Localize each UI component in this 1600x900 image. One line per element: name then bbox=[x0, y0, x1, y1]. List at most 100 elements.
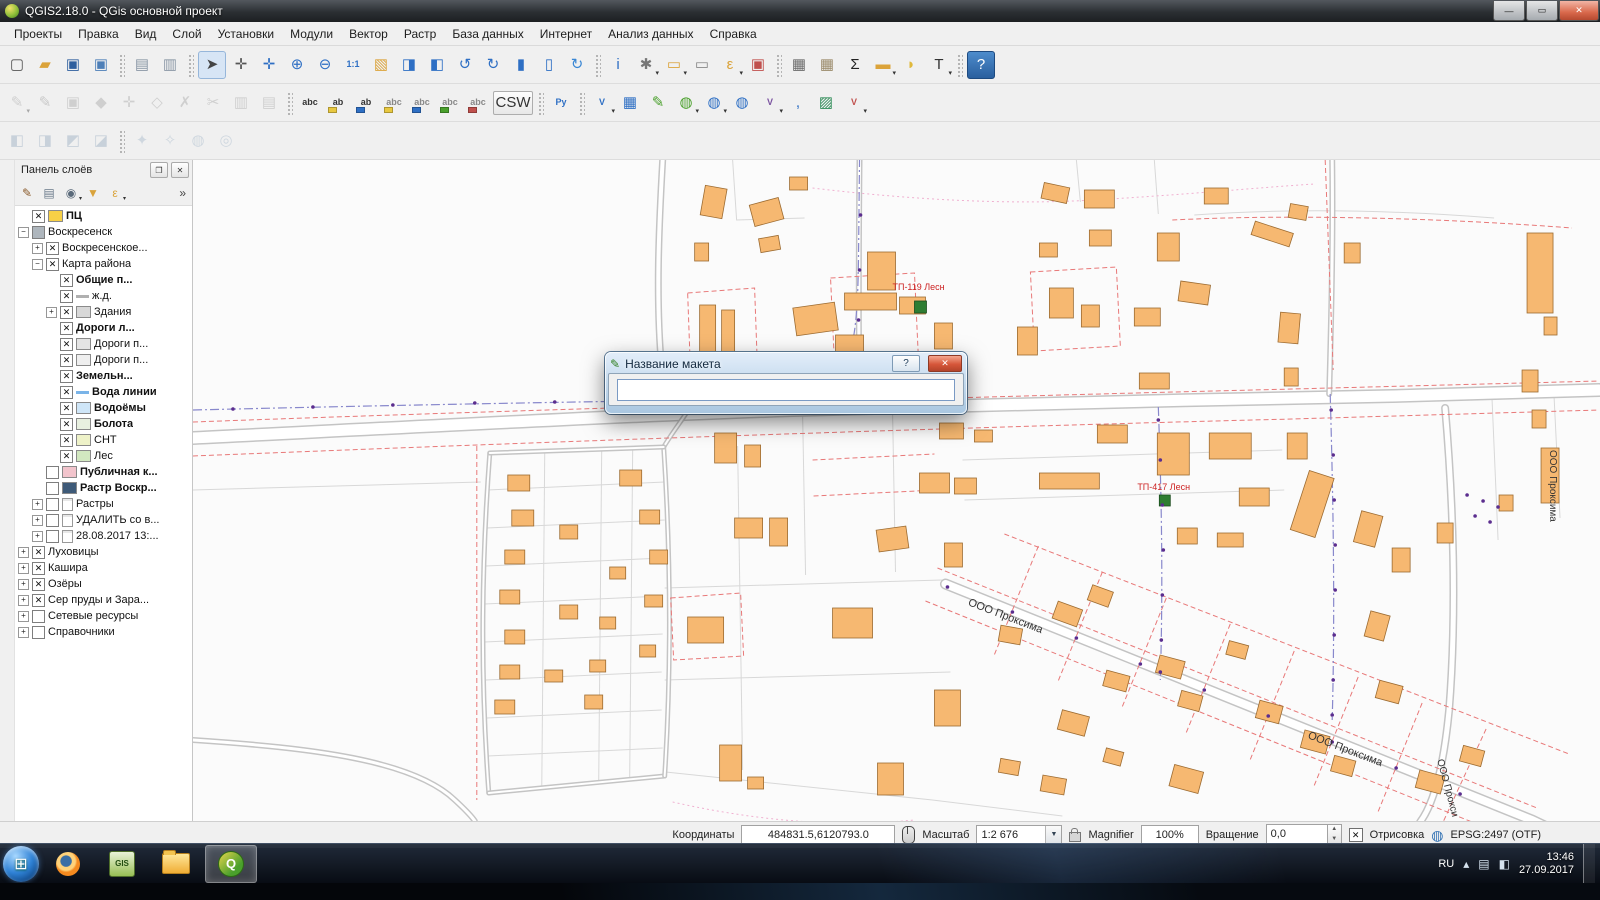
measure-button[interactable]: ▬▾ bbox=[870, 52, 896, 78]
spin-up-icon[interactable]: ▲ bbox=[1328, 825, 1341, 835]
osm-tool-button[interactable]: , bbox=[785, 90, 811, 116]
dropdown-arrow-icon[interactable]: ▾ bbox=[779, 107, 783, 115]
copy-features-button[interactable]: ▥ bbox=[228, 90, 254, 116]
tree-expander-icon[interactable]: + bbox=[18, 595, 29, 606]
dialog-close-button[interactable]: ✕ bbox=[928, 355, 962, 372]
vector-points-tool-button[interactable]: V▾ bbox=[757, 90, 783, 116]
topology-checker-button[interactable]: V▾ bbox=[589, 90, 615, 116]
label-tool-3-button[interactable]: ab bbox=[353, 90, 379, 116]
dropdown-arrow-icon[interactable]: ▾ bbox=[123, 195, 126, 202]
panel-close-button[interactable]: ✕ bbox=[171, 162, 189, 178]
delete-selected-button[interactable]: ✗ bbox=[172, 90, 198, 116]
layer-item-23[interactable]: +✕Озёры bbox=[15, 576, 192, 592]
layer-checkbox[interactable]: ✕ bbox=[60, 338, 73, 351]
layer-item-13[interactable]: +✕Болота bbox=[15, 416, 192, 432]
mouse-position-icon[interactable] bbox=[902, 826, 915, 844]
zoom-in-button[interactable]: ⊕ bbox=[284, 52, 310, 78]
checker-plugin-button[interactable]: ▨ bbox=[813, 90, 839, 116]
layer-checkbox[interactable]: ✕ bbox=[32, 578, 45, 591]
dropdown-arrow-icon[interactable]: ▾ bbox=[695, 107, 699, 115]
taskbar-qgis-button[interactable]: Q bbox=[205, 845, 257, 883]
pan-map-button[interactable]: ✛ bbox=[228, 52, 254, 78]
toolbar-grip[interactable] bbox=[118, 129, 125, 153]
dropdown-arrow-icon[interactable]: ▾ bbox=[739, 69, 743, 77]
toolbar-grip[interactable] bbox=[594, 53, 601, 77]
scale-lock-icon[interactable] bbox=[1069, 832, 1081, 842]
layer-checkbox[interactable]: ✕ bbox=[60, 402, 73, 415]
crs-globe-icon[interactable]: ◍ bbox=[1431, 828, 1443, 842]
add-feature-button[interactable]: ◆ bbox=[88, 90, 114, 116]
layer-checkbox[interactable]: ✕ bbox=[60, 434, 73, 447]
toolbar-grip[interactable] bbox=[537, 91, 544, 115]
layer-checkbox[interactable] bbox=[32, 226, 45, 239]
layer-checkbox[interactable]: ✕ bbox=[60, 290, 73, 303]
label-pin-button[interactable]: ◧ bbox=[4, 128, 30, 154]
dropdown-arrow-icon[interactable]: ▾ bbox=[26, 107, 30, 115]
layer-checkbox[interactable]: ✕ bbox=[32, 594, 45, 607]
move-feature-button[interactable]: ✛ bbox=[116, 90, 142, 116]
layer-item-20[interactable]: +28.08.2017 13:... bbox=[15, 528, 192, 544]
composer-manager-button[interactable]: ▥ bbox=[157, 52, 183, 78]
layer-checkbox[interactable] bbox=[32, 626, 45, 639]
layer-item-10[interactable]: +✕Земельн... bbox=[15, 368, 192, 384]
paste-features-button[interactable]: ▤ bbox=[256, 90, 282, 116]
tree-expander-icon[interactable]: − bbox=[18, 227, 29, 238]
layer-item-0[interactable]: +✕ПЦ bbox=[15, 208, 192, 224]
filter-expression-button[interactable]: ε▾ bbox=[105, 183, 125, 203]
save-layer-edits-button[interactable]: ▣ bbox=[60, 90, 86, 116]
label-rotate-button[interactable]: ◨ bbox=[32, 128, 58, 154]
select-by-expression-button[interactable]: ε▾ bbox=[717, 52, 743, 78]
text-annotation-button[interactable]: T▾ bbox=[926, 52, 952, 78]
toolbar-grip[interactable] bbox=[775, 53, 782, 77]
start-button[interactable]: ⊞ bbox=[3, 846, 39, 882]
tree-expander-icon[interactable]: + bbox=[18, 627, 29, 638]
zoom-out-button[interactable]: ⊖ bbox=[312, 52, 338, 78]
layer-item-21[interactable]: +✕Луховицы bbox=[15, 544, 192, 560]
show-desktop-button[interactable] bbox=[1583, 844, 1595, 884]
layer-checkbox[interactable]: ✕ bbox=[60, 450, 73, 463]
new-bookmark-button[interactable]: ▮ bbox=[508, 52, 534, 78]
select-features-button[interactable]: ▭▾ bbox=[661, 52, 687, 78]
zoom-to-layer-button[interactable]: ◧ bbox=[424, 52, 450, 78]
toggle-editing-button[interactable]: ✎ bbox=[32, 90, 58, 116]
tree-expander-icon[interactable]: + bbox=[32, 515, 43, 526]
menu-item-0[interactable]: Проекты bbox=[6, 25, 70, 43]
minimize-button[interactable]: — bbox=[1493, 1, 1525, 21]
chevron-down-icon[interactable]: ▼ bbox=[1045, 826, 1061, 844]
layer-checkbox[interactable] bbox=[32, 610, 45, 623]
open-project-button[interactable]: ▰ bbox=[32, 52, 58, 78]
raster-stretch-2-button[interactable]: ✧ bbox=[157, 128, 183, 154]
layout-name-input[interactable] bbox=[617, 379, 955, 401]
node-tool-button[interactable]: ◇ bbox=[144, 90, 170, 116]
crs-status[interactable]: EPSG:2497 (OTF) bbox=[1451, 829, 1541, 841]
layer-item-24[interactable]: +✕Сер пруды и Зара... bbox=[15, 592, 192, 608]
dropdown-arrow-icon[interactable]: ▾ bbox=[655, 69, 659, 77]
select-by-form-button[interactable]: ▣ bbox=[745, 52, 771, 78]
layer-checkbox[interactable]: ✕ bbox=[60, 418, 73, 431]
tray-expand-icon[interactable]: ▴ bbox=[1463, 857, 1469, 871]
toolbar-grip[interactable] bbox=[956, 53, 963, 77]
render-checkbox[interactable]: ✕ bbox=[1349, 828, 1363, 842]
scale-combobox[interactable]: 1:2 676 ▼ bbox=[976, 825, 1062, 845]
maximize-button[interactable]: ▭ bbox=[1526, 1, 1558, 21]
menu-item-10[interactable]: Анализ данных bbox=[600, 25, 701, 43]
dropdown-arrow-icon[interactable]: ▾ bbox=[79, 195, 82, 202]
taskbar-gis-button[interactable]: GIS bbox=[97, 846, 147, 882]
layer-item-11[interactable]: +✕Вода линии bbox=[15, 384, 192, 400]
menu-item-5[interactable]: Модули bbox=[282, 25, 341, 43]
touch-zoom-pan-button[interactable]: ➤ bbox=[198, 51, 226, 79]
layer-checkbox[interactable] bbox=[46, 514, 59, 527]
menu-item-2[interactable]: Вид bbox=[127, 25, 165, 43]
menu-item-11[interactable]: Справка bbox=[702, 25, 765, 43]
layer-item-2[interactable]: +✕Воскресенское... bbox=[15, 240, 192, 256]
python-console-button[interactable]: Py bbox=[548, 90, 574, 116]
manage-themes-button[interactable]: ◉▾ bbox=[61, 183, 81, 203]
layer-item-4[interactable]: +✕Общие п... bbox=[15, 272, 192, 288]
layer-checkbox[interactable]: ✕ bbox=[32, 562, 45, 575]
tree-expander-icon[interactable]: + bbox=[18, 579, 29, 590]
layer-item-6[interactable]: +✕Здания bbox=[15, 304, 192, 320]
menu-item-7[interactable]: Растр bbox=[396, 25, 444, 43]
layer-checkbox[interactable]: ✕ bbox=[46, 242, 59, 255]
tree-expander-icon[interactable]: + bbox=[46, 307, 57, 318]
map-tips-button[interactable]: ◗ bbox=[898, 52, 924, 78]
